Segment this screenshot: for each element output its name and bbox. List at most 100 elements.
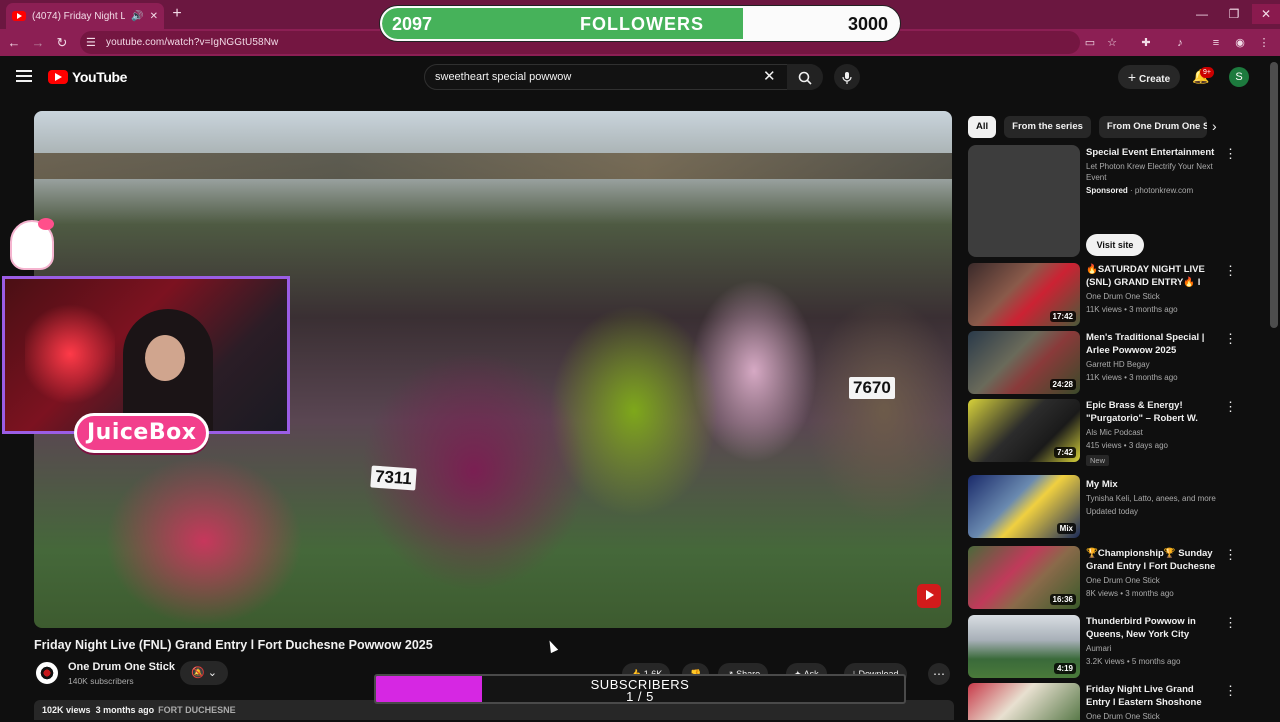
minimize-button[interactable]: — bbox=[1188, 4, 1216, 24]
search-input[interactable]: sweetheart special powwow bbox=[435, 71, 571, 83]
channel-name[interactable]: One Drum One Stick bbox=[68, 661, 175, 673]
hashtag[interactable]: FORT DUCHESNE bbox=[158, 705, 236, 715]
url-text: youtube.com/watch?v=IgNGGtU58Nw bbox=[106, 37, 279, 48]
video-item-title[interactable]: Epic Brass & Energy! "Purgatorio" – Robe… bbox=[1086, 399, 1220, 426]
search-box: sweetheart special powwow ✕ bbox=[424, 64, 823, 90]
video-thumbnail[interactable]: 16:36 bbox=[968, 546, 1080, 609]
view-count: 102K views bbox=[42, 705, 91, 715]
video-item-channel[interactable]: Garrett HD Begay bbox=[1086, 359, 1220, 370]
upload-age: 3 months ago bbox=[95, 705, 155, 715]
channel-watermark-subscribe-icon[interactable] bbox=[917, 584, 941, 608]
back-icon[interactable]: ← bbox=[4, 33, 24, 53]
browser-tab[interactable]: (4074) Friday Night Live (FN 🔊 ✕ bbox=[6, 3, 164, 29]
media-control-icon[interactable]: ♪ bbox=[1172, 35, 1188, 51]
ad-domain: photonkrew.com bbox=[1134, 186, 1194, 195]
video-item-channel[interactable]: Aumari bbox=[1086, 643, 1220, 654]
youtube-favicon-icon bbox=[12, 11, 26, 21]
followers-goal: 3000 bbox=[847, 14, 888, 34]
youtube-wordmark: YouTube bbox=[72, 69, 128, 85]
visit-site-button[interactable]: Visit site bbox=[1086, 234, 1144, 256]
video-item-title[interactable]: 🏆Championship🏆 Sunday Grand Entry l Fort… bbox=[1086, 547, 1220, 574]
video-duration: 24:28 bbox=[1049, 379, 1076, 390]
item-menu-icon[interactable]: ⋮ bbox=[1224, 263, 1237, 279]
followers-current: 2097 bbox=[392, 14, 433, 34]
subscribers-count: 1 / 5 bbox=[626, 689, 654, 704]
webcam-face bbox=[145, 335, 185, 381]
item-menu-icon[interactable]: ⋮ bbox=[1224, 683, 1237, 699]
video-item-title[interactable]: Friday Night Live Grand Entry l Eastern … bbox=[1086, 683, 1220, 710]
video-duration: 4:19 bbox=[1053, 663, 1076, 674]
ad-menu-icon[interactable]: ⋮ bbox=[1224, 146, 1237, 162]
channel-avatar[interactable] bbox=[34, 660, 60, 686]
webcam-light bbox=[25, 299, 115, 409]
maximize-button[interactable]: ❐ bbox=[1220, 4, 1248, 24]
page-scrollbar[interactable] bbox=[1270, 62, 1278, 328]
cast-icon[interactable]: ▭ bbox=[1082, 35, 1098, 51]
video-item-meta: 8K views • 3 months ago bbox=[1086, 589, 1174, 598]
sponsored-label: Sponsored bbox=[1086, 186, 1128, 195]
create-button[interactable]: + Create bbox=[1118, 65, 1180, 89]
video-item-title[interactable]: 🔥SATURDAY NIGHT LIVE (SNL) GRAND ENTRY🔥 … bbox=[1086, 263, 1220, 290]
extensions-icon[interactable]: ✚ bbox=[1138, 35, 1154, 51]
channel-subscriber-count: 140K subscribers bbox=[68, 676, 134, 686]
search-icon bbox=[798, 71, 812, 85]
item-menu-icon[interactable]: ⋮ bbox=[1224, 399, 1237, 415]
followers-goal-bar: FOLLOWERS 2097 3000 bbox=[380, 6, 900, 41]
tab-close-icon[interactable]: ✕ bbox=[150, 11, 158, 22]
video-item-channel[interactable]: One Drum One Stick bbox=[1086, 291, 1220, 302]
chip-from-series[interactable]: From the series bbox=[1004, 116, 1091, 138]
video-thumbnail[interactable]: 7:42 bbox=[968, 399, 1080, 462]
ad-title[interactable]: Special Event Entertainment bbox=[1086, 146, 1220, 159]
plus-icon: + bbox=[1127, 69, 1137, 85]
video-frame-canopy bbox=[34, 153, 952, 179]
video-item-channel[interactable]: One Drum One Stick bbox=[1086, 711, 1220, 722]
video-thumbnail[interactable] bbox=[968, 683, 1080, 720]
dancer-bib-number: 7670 bbox=[849, 377, 895, 399]
item-menu-icon[interactable]: ⋮ bbox=[1224, 615, 1237, 631]
chip-from-channel[interactable]: From One Drum One Stick bbox=[1098, 116, 1207, 138]
new-tab-button[interactable]: + bbox=[168, 5, 186, 23]
bookmark-star-icon[interactable]: ☆ bbox=[1104, 35, 1120, 51]
account-avatar[interactable]: S bbox=[1229, 67, 1249, 87]
profile-icon[interactable]: ◉ bbox=[1232, 35, 1248, 51]
video-title: Friday Night Live (FNL) Grand Entry l Fo… bbox=[34, 638, 433, 652]
video-thumbnail[interactable]: 4:19 bbox=[968, 615, 1080, 678]
ad-thumbnail[interactable] bbox=[968, 145, 1080, 257]
reading-list-icon[interactable]: ≡ bbox=[1208, 35, 1224, 51]
more-actions-icon[interactable]: ⋯ bbox=[928, 663, 950, 685]
video-item-channel[interactable]: One Drum One Stick bbox=[1086, 575, 1220, 586]
mix-thumbnail[interactable]: Mix bbox=[968, 475, 1080, 538]
chip-all[interactable]: All bbox=[968, 116, 997, 138]
speaker-icon[interactable]: 🔊 bbox=[131, 11, 143, 22]
video-thumbnail[interactable]: 24:28 bbox=[968, 331, 1080, 394]
subscription-notification-button[interactable]: 🔕 ⌄ bbox=[180, 661, 228, 685]
chevron-right-icon[interactable]: › bbox=[1212, 118, 1217, 134]
video-item-title[interactable]: Thunderbird Powwow in Queens, New York C… bbox=[1086, 615, 1220, 641]
item-menu-icon[interactable]: ⋮ bbox=[1224, 331, 1237, 347]
video-item-channel[interactable]: Als Mic Podcast bbox=[1086, 427, 1220, 438]
browser-menu-icon[interactable]: ⋮ bbox=[1256, 35, 1272, 51]
voice-search-button[interactable] bbox=[834, 64, 860, 90]
clear-search-icon[interactable]: ✕ bbox=[763, 68, 776, 86]
reload-icon[interactable]: ↻ bbox=[52, 33, 72, 53]
hamburger-menu-icon[interactable] bbox=[16, 70, 32, 84]
close-window-button[interactable]: ✕ bbox=[1252, 4, 1280, 24]
create-label: Create bbox=[1139, 74, 1171, 85]
ad-sponsor-line: Sponsored · photonkrew.com bbox=[1086, 186, 1194, 195]
chevron-down-icon: ⌄ bbox=[207, 667, 217, 679]
video-item-title[interactable]: Men's Traditional Special | Arlee Powwow… bbox=[1086, 331, 1220, 357]
mix-badge: Mix bbox=[1056, 523, 1076, 534]
subscribers-goal-bar: SUBSCRIBERS 1 / 5 bbox=[374, 674, 906, 704]
kitty-bow bbox=[38, 218, 54, 230]
video-duration: 17:42 bbox=[1049, 311, 1076, 322]
video-item-title[interactable]: My Mix bbox=[1086, 478, 1220, 491]
forward-icon[interactable]: → bbox=[28, 33, 48, 53]
search-button[interactable] bbox=[787, 64, 823, 90]
site-info-icon[interactable]: ☰ bbox=[86, 36, 100, 49]
video-item-meta: 415 views • 3 days ago bbox=[1086, 441, 1168, 450]
video-thumbnail[interactable]: 17:42 bbox=[968, 263, 1080, 326]
item-menu-icon[interactable]: ⋮ bbox=[1224, 547, 1237, 563]
youtube-logo[interactable]: YouTube bbox=[48, 69, 127, 85]
ad-description: Let Photon Krew Electrify Your Next Even… bbox=[1086, 162, 1213, 182]
video-duration: 7:42 bbox=[1053, 447, 1076, 458]
